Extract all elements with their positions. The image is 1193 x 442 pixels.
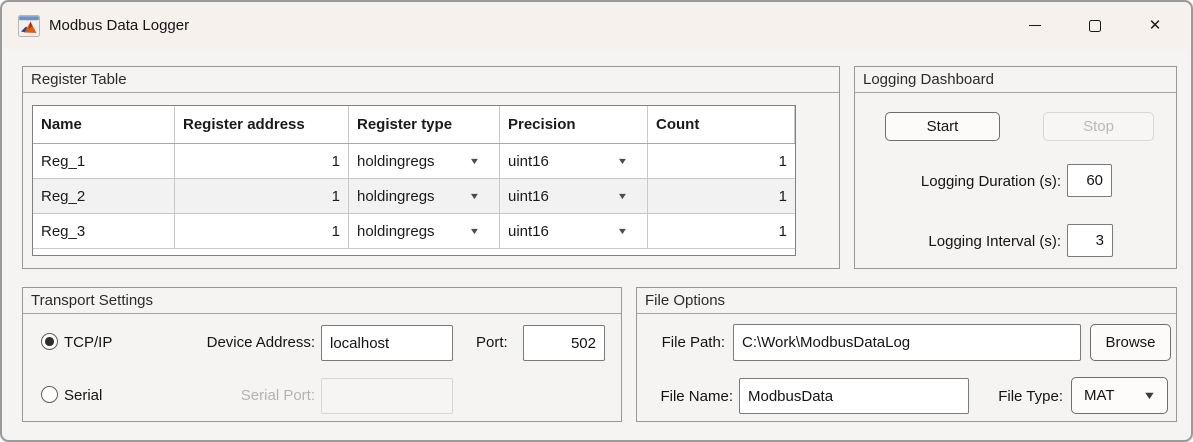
- cell-register-type-dropdown[interactable]: holdingregs ▼: [349, 144, 500, 178]
- maximize-icon: [1089, 19, 1101, 32]
- file-options-panel: File Options File Path: Browse File Name…: [636, 287, 1177, 422]
- window-title: Modbus Data Logger: [49, 17, 190, 34]
- table-row: Reg_1 1 holdingregs ▼ uint16 ▼ 1: [33, 144, 795, 179]
- close-icon: ✕: [1148, 17, 1162, 34]
- register-table: Name Register address Register type Prec…: [32, 105, 796, 256]
- logging-dashboard-panel-body: Start Stop Logging Duration (s): Logging…: [855, 94, 1176, 268]
- minimize-icon: [1029, 24, 1041, 27]
- dropdown-arrow-icon: ▼: [468, 226, 481, 236]
- logging-duration-field[interactable]: [1067, 164, 1112, 197]
- cell-precision-value: uint16: [508, 222, 549, 240]
- transport-settings-panel-title: Transport Settings: [23, 288, 621, 314]
- register-table-panel-title: Register Table: [23, 67, 839, 93]
- file-options-panel-title: File Options: [637, 288, 1176, 314]
- cell-precision-dropdown[interactable]: uint16 ▼: [500, 144, 648, 178]
- device-address-label: Device Address:: [206, 334, 315, 351]
- table-row: Reg_2 1 holdingregs ▼ uint16 ▼ 1: [33, 179, 795, 214]
- column-header-precision: Precision: [500, 106, 648, 143]
- serial-port-label: Serial Port:: [240, 387, 315, 404]
- file-type-label: File Type:: [998, 388, 1063, 405]
- dropdown-arrow-icon: ▼: [616, 226, 629, 236]
- logging-duration-label: Logging Duration (s):: [920, 173, 1061, 190]
- file-path-field[interactable]: [733, 324, 1081, 361]
- logging-dashboard-panel-title: Logging Dashboard: [855, 67, 1176, 93]
- table-row: Reg_3 1 holdingregs ▼ uint16 ▼ 1: [33, 214, 795, 249]
- cell-name[interactable]: Reg_3: [33, 214, 175, 248]
- start-button[interactable]: Start: [885, 112, 1000, 141]
- dropdown-arrow-icon: ▼: [468, 156, 481, 166]
- dropdown-arrow-icon: ▼: [468, 191, 481, 201]
- cell-name[interactable]: Reg_1: [33, 144, 175, 178]
- file-type-dropdown[interactable]: MAT ▼: [1071, 377, 1168, 414]
- transport-settings-panel-body: TCP/IP Device Address: Port: Serial Seri…: [23, 315, 621, 421]
- cell-precision-value: uint16: [508, 187, 549, 205]
- device-address-field[interactable]: [321, 325, 453, 361]
- register-table-panel-body: Name Register address Register type Prec…: [23, 94, 839, 268]
- file-name-field[interactable]: [739, 378, 969, 414]
- maximize-button[interactable]: [1065, 2, 1125, 49]
- column-header-name: Name: [33, 106, 175, 143]
- column-header-register-address: Register address: [175, 106, 349, 143]
- dropdown-arrow-icon: ▼: [616, 191, 629, 201]
- file-name-label: File Name:: [660, 388, 733, 405]
- cell-count[interactable]: 1: [648, 214, 795, 248]
- cell-register-type-dropdown[interactable]: holdingregs ▼: [349, 179, 500, 213]
- transport-settings-panel: Transport Settings TCP/IP Device Address…: [22, 287, 622, 422]
- logging-interval-field[interactable]: [1067, 224, 1113, 257]
- file-path-label: File Path:: [661, 334, 725, 351]
- file-options-panel-body: File Path: Browse File Name: File Type: …: [637, 315, 1176, 421]
- dropdown-arrow-icon: ▼: [616, 156, 629, 166]
- cell-register-type-value: holdingregs: [357, 152, 435, 170]
- cell-name[interactable]: Reg_2: [33, 179, 175, 213]
- browse-button[interactable]: Browse: [1090, 324, 1171, 361]
- column-header-register-type: Register type: [349, 106, 500, 143]
- cell-precision-value: uint16: [508, 152, 549, 170]
- cell-register-address[interactable]: 1: [175, 179, 349, 213]
- serial-radio-label: Serial: [64, 387, 103, 404]
- serial-port-field: [321, 378, 453, 414]
- cell-count[interactable]: 1: [648, 179, 795, 213]
- tcpip-radio-button[interactable]: [41, 333, 58, 350]
- cell-register-address[interactable]: 1: [175, 144, 349, 178]
- matlab-app-icon: [18, 14, 40, 37]
- cell-precision-dropdown[interactable]: uint16 ▼: [500, 179, 648, 213]
- title-bar: Modbus Data Logger ✕: [2, 2, 1191, 49]
- minimize-button[interactable]: [1005, 2, 1065, 49]
- file-type-dropdown-value: MAT: [1084, 387, 1115, 404]
- tcpip-radio-label: TCP/IP: [64, 334, 113, 351]
- port-label: Port:: [476, 334, 508, 351]
- close-button[interactable]: ✕: [1125, 2, 1185, 49]
- port-field[interactable]: [523, 325, 605, 361]
- app-canvas: Register Table Name Register address Reg…: [2, 49, 1191, 440]
- dropdown-arrow-icon: ▼: [1142, 389, 1157, 402]
- column-header-count: Count: [648, 106, 795, 143]
- app-window: Modbus Data Logger ✕ Register Table Name…: [0, 0, 1193, 442]
- cell-register-type-value: holdingregs: [357, 187, 435, 205]
- cell-register-address[interactable]: 1: [175, 214, 349, 248]
- cell-count[interactable]: 1: [648, 144, 795, 178]
- window-controls: ✕: [1005, 2, 1185, 49]
- cell-register-type-value: holdingregs: [357, 222, 435, 240]
- cell-precision-dropdown[interactable]: uint16 ▼: [500, 214, 648, 248]
- register-table-panel: Register Table Name Register address Reg…: [22, 66, 840, 269]
- stop-button: Stop: [1043, 112, 1154, 141]
- table-header-row: Name Register address Register type Prec…: [33, 106, 795, 144]
- cell-register-type-dropdown[interactable]: holdingregs ▼: [349, 214, 500, 248]
- table-empty-strip: [33, 249, 795, 255]
- logging-dashboard-panel: Logging Dashboard Start Stop Logging Dur…: [854, 66, 1177, 269]
- logging-interval-label: Logging Interval (s):: [928, 233, 1061, 250]
- serial-radio-button[interactable]: [41, 386, 58, 403]
